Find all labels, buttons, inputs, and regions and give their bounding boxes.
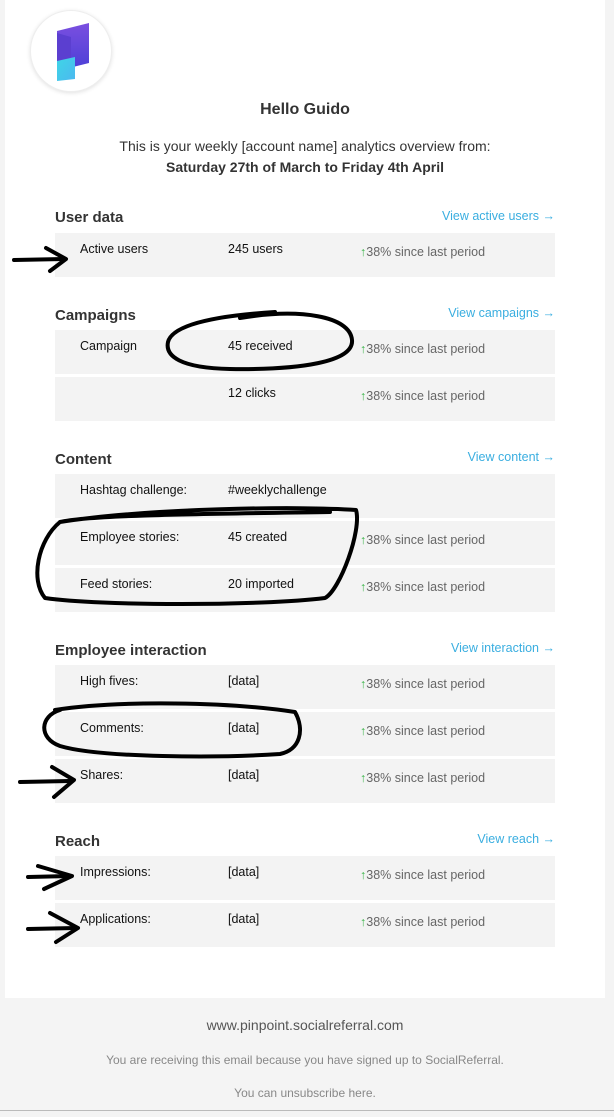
table-row: Comments: [data] ↑38% since last period <box>55 712 555 756</box>
table-row: Campaign 45 received ↑38% since last per… <box>55 330 555 374</box>
table-row: Active users 245 users ↑38% since last p… <box>55 233 555 277</box>
section-title-user-data: User data <box>55 209 124 226</box>
row-change: ↑38% since last period <box>360 389 486 403</box>
row-label: Feed stories: <box>80 577 153 591</box>
row-label: Campaign <box>80 339 137 353</box>
row-value: [data] <box>228 674 260 688</box>
view-campaigns-link[interactable]: View campaigns → <box>448 306 555 320</box>
table-row: Shares: [data] ↑38% since last period <box>55 759 555 803</box>
view-content-link[interactable]: View content → <box>468 450 555 464</box>
row-label: Applications: <box>80 912 151 926</box>
row-change: ↑38% since last period <box>360 580 486 594</box>
table-row: Hashtag challenge: #weeklychallenge <box>55 474 555 518</box>
row-change: ↑38% since last period <box>360 771 486 785</box>
view-interaction-link[interactable]: View interaction → <box>451 641 555 655</box>
row-value: 45 received <box>228 339 293 353</box>
row-change: ↑38% since last period <box>360 245 486 259</box>
unsubscribe-link[interactable]: You can unsubscribe here. <box>0 1086 610 1100</box>
table-row: Employee stories: 45 created ↑38% since … <box>55 521 555 565</box>
table-row: 12 clicks ↑38% since last period <box>55 377 555 421</box>
row-change: ↑38% since last period <box>360 533 486 547</box>
row-label: High fives: <box>80 674 139 688</box>
section-title-campaigns: Campaigns <box>55 307 136 324</box>
row-value: 20 imported <box>228 577 295 591</box>
row-label: Active users <box>80 242 149 256</box>
section-title-content: Content <box>55 451 112 468</box>
row-value: 45 created <box>228 530 288 544</box>
table-row: Feed stories: 20 imported ↑38% since las… <box>55 568 555 612</box>
view-active-users-link[interactable]: View active users → <box>442 209 555 223</box>
divider <box>0 1110 614 1111</box>
row-value: [data] <box>228 912 260 926</box>
section-title-reach: Reach <box>55 833 101 850</box>
row-value: 245 users <box>228 242 283 256</box>
row-change: ↑38% since last period <box>360 342 486 356</box>
row-change: ↑38% since last period <box>360 915 486 929</box>
row-value: #weeklychallenge <box>228 483 327 497</box>
section-title-interaction: Employee interaction <box>55 642 207 659</box>
row-value: [data] <box>228 865 260 879</box>
row-label: Shares: <box>80 768 124 782</box>
footer-site-link[interactable]: www.pinpoint.socialreferral.com <box>0 1017 610 1033</box>
row-change: ↑38% since last period <box>360 677 486 691</box>
row-label: Hashtag challenge: <box>80 483 188 497</box>
logo-icon <box>57 23 89 81</box>
table-row: Applications: [data] ↑38% since last per… <box>55 903 555 947</box>
table-row: Impressions: [data] ↑38% since last peri… <box>55 856 555 900</box>
table-row: High fives: [data] ↑38% since last perio… <box>55 665 555 709</box>
row-value: 12 clicks <box>228 386 276 400</box>
intro-text: This is your weekly [account name] analy… <box>119 138 491 154</box>
footer-notice: You are receiving this email because you… <box>106 1053 504 1067</box>
row-change: ↑38% since last period <box>360 868 486 882</box>
view-reach-link[interactable]: View reach → <box>477 832 555 846</box>
greeting: Hello Guido <box>260 101 350 118</box>
row-value: [data] <box>228 768 260 782</box>
row-change: ↑38% since last period <box>360 724 486 738</box>
row-label: Employee stories: <box>80 530 180 544</box>
date-range: Saturday 27th of March to Friday 4th Apr… <box>166 159 444 175</box>
app-logo <box>30 10 112 92</box>
row-label: Impressions: <box>80 865 151 879</box>
row-value: [data] <box>228 721 260 735</box>
row-label: Comments: <box>80 721 144 735</box>
